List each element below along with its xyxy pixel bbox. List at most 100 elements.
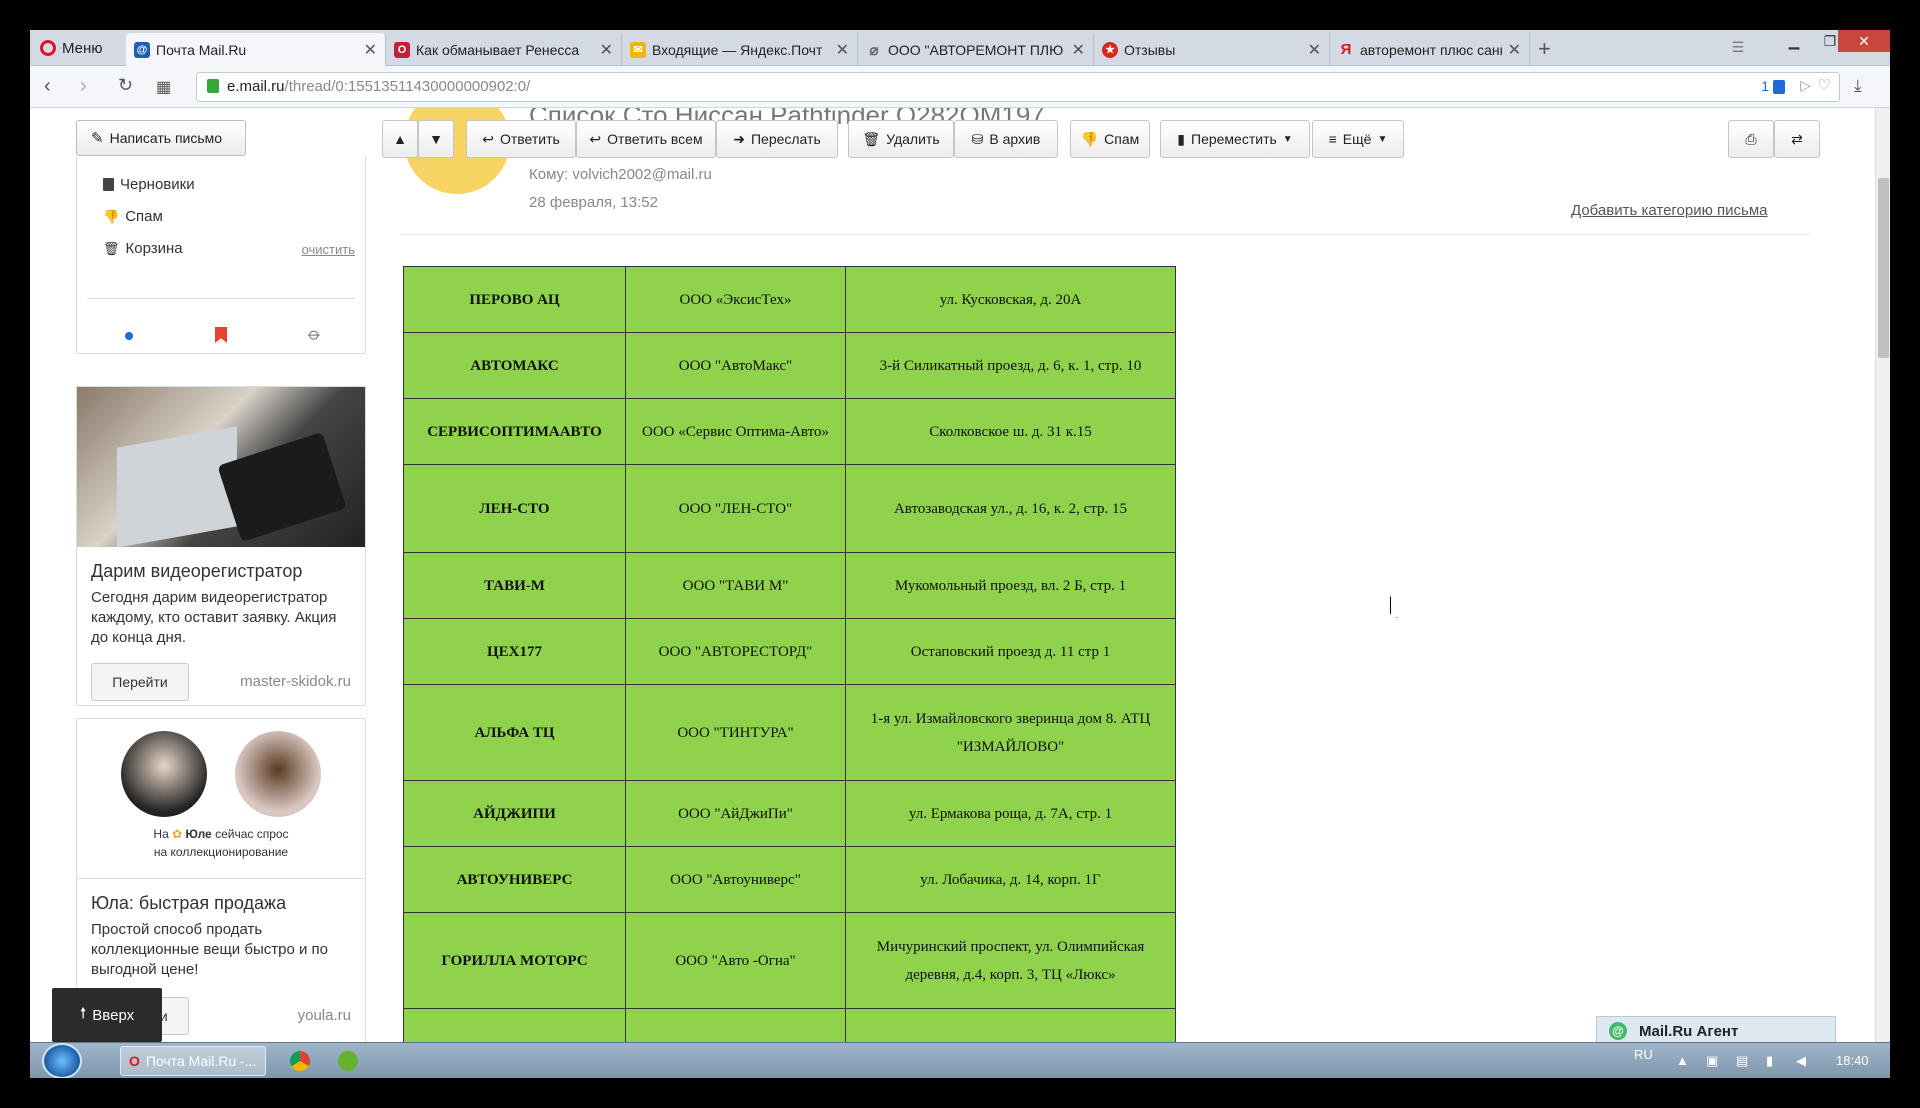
ad-go-button[interactable]: Перейти: [91, 663, 189, 701]
ad-text: Сегодня дарим видеорегистратор каждому, …: [91, 589, 337, 646]
scroll-up-button[interactable]: 🠕 Вверх: [52, 988, 162, 1042]
reply-all-button[interactable]: ↩ Ответить всем: [576, 120, 716, 158]
page-scrollbar[interactable]: [1875, 108, 1890, 1042]
download-icon[interactable]: ⤓: [1854, 76, 1862, 96]
url-field[interactable]: e.mail.ru/thread/0:15513511430000000902:…: [196, 72, 1840, 102]
taskbar-opera[interactable]: O Почта Mail.Ru -...: [120, 1046, 266, 1076]
spam-label: Спам: [1104, 131, 1140, 147]
figurine-image: [121, 731, 207, 817]
prev-message-button[interactable]: ▲: [382, 120, 418, 158]
close-icon[interactable]: ✕: [1308, 40, 1321, 60]
speed-dial-icon[interactable]: ▦: [156, 77, 171, 97]
table-cell-name: ЛЕН-СТО: [403, 464, 626, 553]
archive-button[interactable]: ⛁ В архив: [954, 120, 1058, 158]
tab-otzovik[interactable]: O Как обманывает Ренесса ✕: [386, 33, 622, 66]
table-cell-empty: [845, 1008, 1176, 1042]
tab-yandex-mail[interactable]: ✉ Входящие — Яндекс.Почт ✕: [622, 33, 858, 66]
tray-battery-icon[interactable]: ▤: [1736, 1053, 1748, 1069]
trash-icon: 🗑: [862, 130, 881, 147]
delete-button[interactable]: 🗑 Удалить: [848, 120, 954, 158]
table-cell-name: ЦЕХ177: [403, 618, 626, 685]
next-message-button[interactable]: ▼: [418, 120, 454, 158]
play-icon[interactable]: ▷: [1800, 77, 1811, 94]
table-row: СЕРВИСОПТИМААВТО ООО «Сервис Оптима-Авто»…: [403, 398, 1176, 465]
lock-icon: [207, 79, 219, 93]
tab-avtoremont[interactable]: ⌀ ООО "АВТОРЕМОНТ ПЛЮ ✕: [858, 33, 1094, 66]
print-button[interactable]: ⎙: [1728, 120, 1774, 158]
table-cell-addr: Остаповский проезд д. 11 стр 1: [845, 618, 1176, 685]
close-icon[interactable]: ✕: [364, 40, 377, 60]
flagged-filter-icon[interactable]: [215, 327, 227, 343]
spam-button[interactable]: 👎 Спам: [1070, 120, 1150, 158]
opera-menu-button[interactable]: Меню: [30, 30, 120, 66]
tray-volume-icon[interactable]: ◀: [1796, 1053, 1806, 1069]
reload-button[interactable]: ↻: [118, 75, 133, 96]
unread-filter-icon[interactable]: [125, 332, 133, 340]
close-icon[interactable]: ✕: [600, 40, 613, 60]
mail-page: Список Сто Ниссан Pathfinder O282OM197 К…: [30, 108, 1875, 1042]
ad-domain[interactable]: master-skidok.ru: [240, 673, 351, 690]
window-close-button[interactable]: ✕: [1838, 30, 1890, 52]
clean-trash-link[interactable]: очистить: [302, 242, 355, 257]
table-row: АЙДЖИПИ ООО "АйДжиПи" ул. Ермакова роща, д…: [403, 780, 1176, 847]
thread-toggle-button[interactable]: ⇄: [1774, 120, 1820, 158]
back-button[interactable]: ‹: [44, 75, 51, 98]
tray-network-icon[interactable]: ▣: [1706, 1053, 1718, 1069]
close-icon[interactable]: ✕: [836, 40, 849, 60]
mouse-cursor-icon: [1390, 596, 1402, 618]
taskbar-utorrent[interactable]: [330, 1046, 366, 1076]
url-path: /thread/0:15513511430000000902:0/: [284, 78, 531, 95]
minimize-button[interactable]: ▁: [1776, 30, 1812, 52]
folder-label: Корзина: [125, 240, 183, 257]
agent-icon: @: [1609, 1022, 1627, 1040]
table-row: ТАВИ-М ООО "ТАВИ М" Мукомольный проезд, вл…: [403, 552, 1176, 619]
table-row: [403, 1008, 1176, 1042]
move-button[interactable]: ▮ Переместить ▼: [1160, 120, 1310, 158]
ad-dashcam[interactable]: Дарим видеорегистратор Сегодня дарим вид…: [76, 386, 366, 706]
add-category-link[interactable]: Добавить категорию письма: [1571, 202, 1768, 219]
otzovik-icon: O: [394, 41, 410, 58]
tab-yandex-search[interactable]: Я авторемонт плюс санкт-п ✕: [1330, 33, 1530, 66]
folder-spam[interactable]: 👎 Спам: [103, 208, 163, 225]
tab-title: Как обманывает Ренесса: [416, 41, 580, 58]
chrome-icon: [290, 1051, 310, 1071]
table-cell-org: ООО "Авто -Огна": [625, 912, 846, 1009]
table-cell-addr: 1-я ул. Измайловского зверинца дом 8. АТ…: [845, 684, 1176, 781]
heart-icon[interactable]: ♡: [1818, 76, 1831, 94]
language-indicator[interactable]: RU: [1634, 1047, 1653, 1062]
reply-label: Ответить: [499, 131, 560, 147]
start-button[interactable]: [42, 1043, 82, 1078]
taskbar-chrome[interactable]: [282, 1046, 318, 1076]
ad-text: Простой способ продать коллекционные вещ…: [91, 921, 328, 978]
table-cell-org: ООО "ТИНТУРА": [625, 684, 846, 781]
close-icon[interactable]: ✕: [1072, 40, 1085, 60]
tab-mailru[interactable]: @ Почта Mail.Ru ✕: [126, 33, 386, 66]
forward-label: Переслать: [750, 131, 821, 147]
reviews-icon: ★: [1102, 41, 1118, 58]
table-row: АВТОУНИВЕРС ООО "Автоуниверс" ул. Лобачика…: [403, 846, 1176, 913]
compose-button[interactable]: ✎ Написать письмо: [76, 120, 246, 156]
archive-label: В архив: [989, 131, 1041, 147]
forward-button[interactable]: ➜ Переслать: [716, 120, 838, 158]
table-cell-empty: [625, 1008, 846, 1042]
youla-logo-icon: ✿: [172, 827, 183, 841]
tray-signal-icon[interactable]: ▮: [1766, 1053, 1773, 1069]
new-tab-button[interactable]: +: [1538, 36, 1551, 62]
attachment-filter-icon[interactable]: ⌀: [303, 323, 326, 346]
reply-button[interactable]: ↩ Ответить: [466, 120, 576, 158]
forward-button[interactable]: ›: [80, 75, 87, 98]
close-icon[interactable]: ✕: [1508, 40, 1521, 60]
tab-reviews[interactable]: ★ Отзывы ✕: [1094, 33, 1330, 66]
clock[interactable]: 18:40: [1836, 1053, 1869, 1068]
scrollbar-thumb[interactable]: [1878, 178, 1889, 358]
adblock-icon[interactable]: [1773, 80, 1785, 94]
tray-arrow-icon[interactable]: ▲: [1676, 1053, 1689, 1068]
folder-drafts[interactable]: Черновики: [103, 176, 195, 193]
tab-title: авторемонт плюс санкт-п: [1360, 41, 1502, 58]
tab-menu-icon[interactable]: ☰: [1720, 36, 1756, 58]
more-button[interactable]: ≡ Ещё ▼: [1312, 120, 1404, 158]
ad-domain[interactable]: youla.ru: [298, 1007, 351, 1024]
folder-trash[interactable]: 🗑 Корзина: [103, 240, 183, 257]
message-date: 28 февраля, 13:52: [529, 194, 658, 211]
table-cell-org: ООО "ЛЕН-СТО": [625, 464, 846, 553]
